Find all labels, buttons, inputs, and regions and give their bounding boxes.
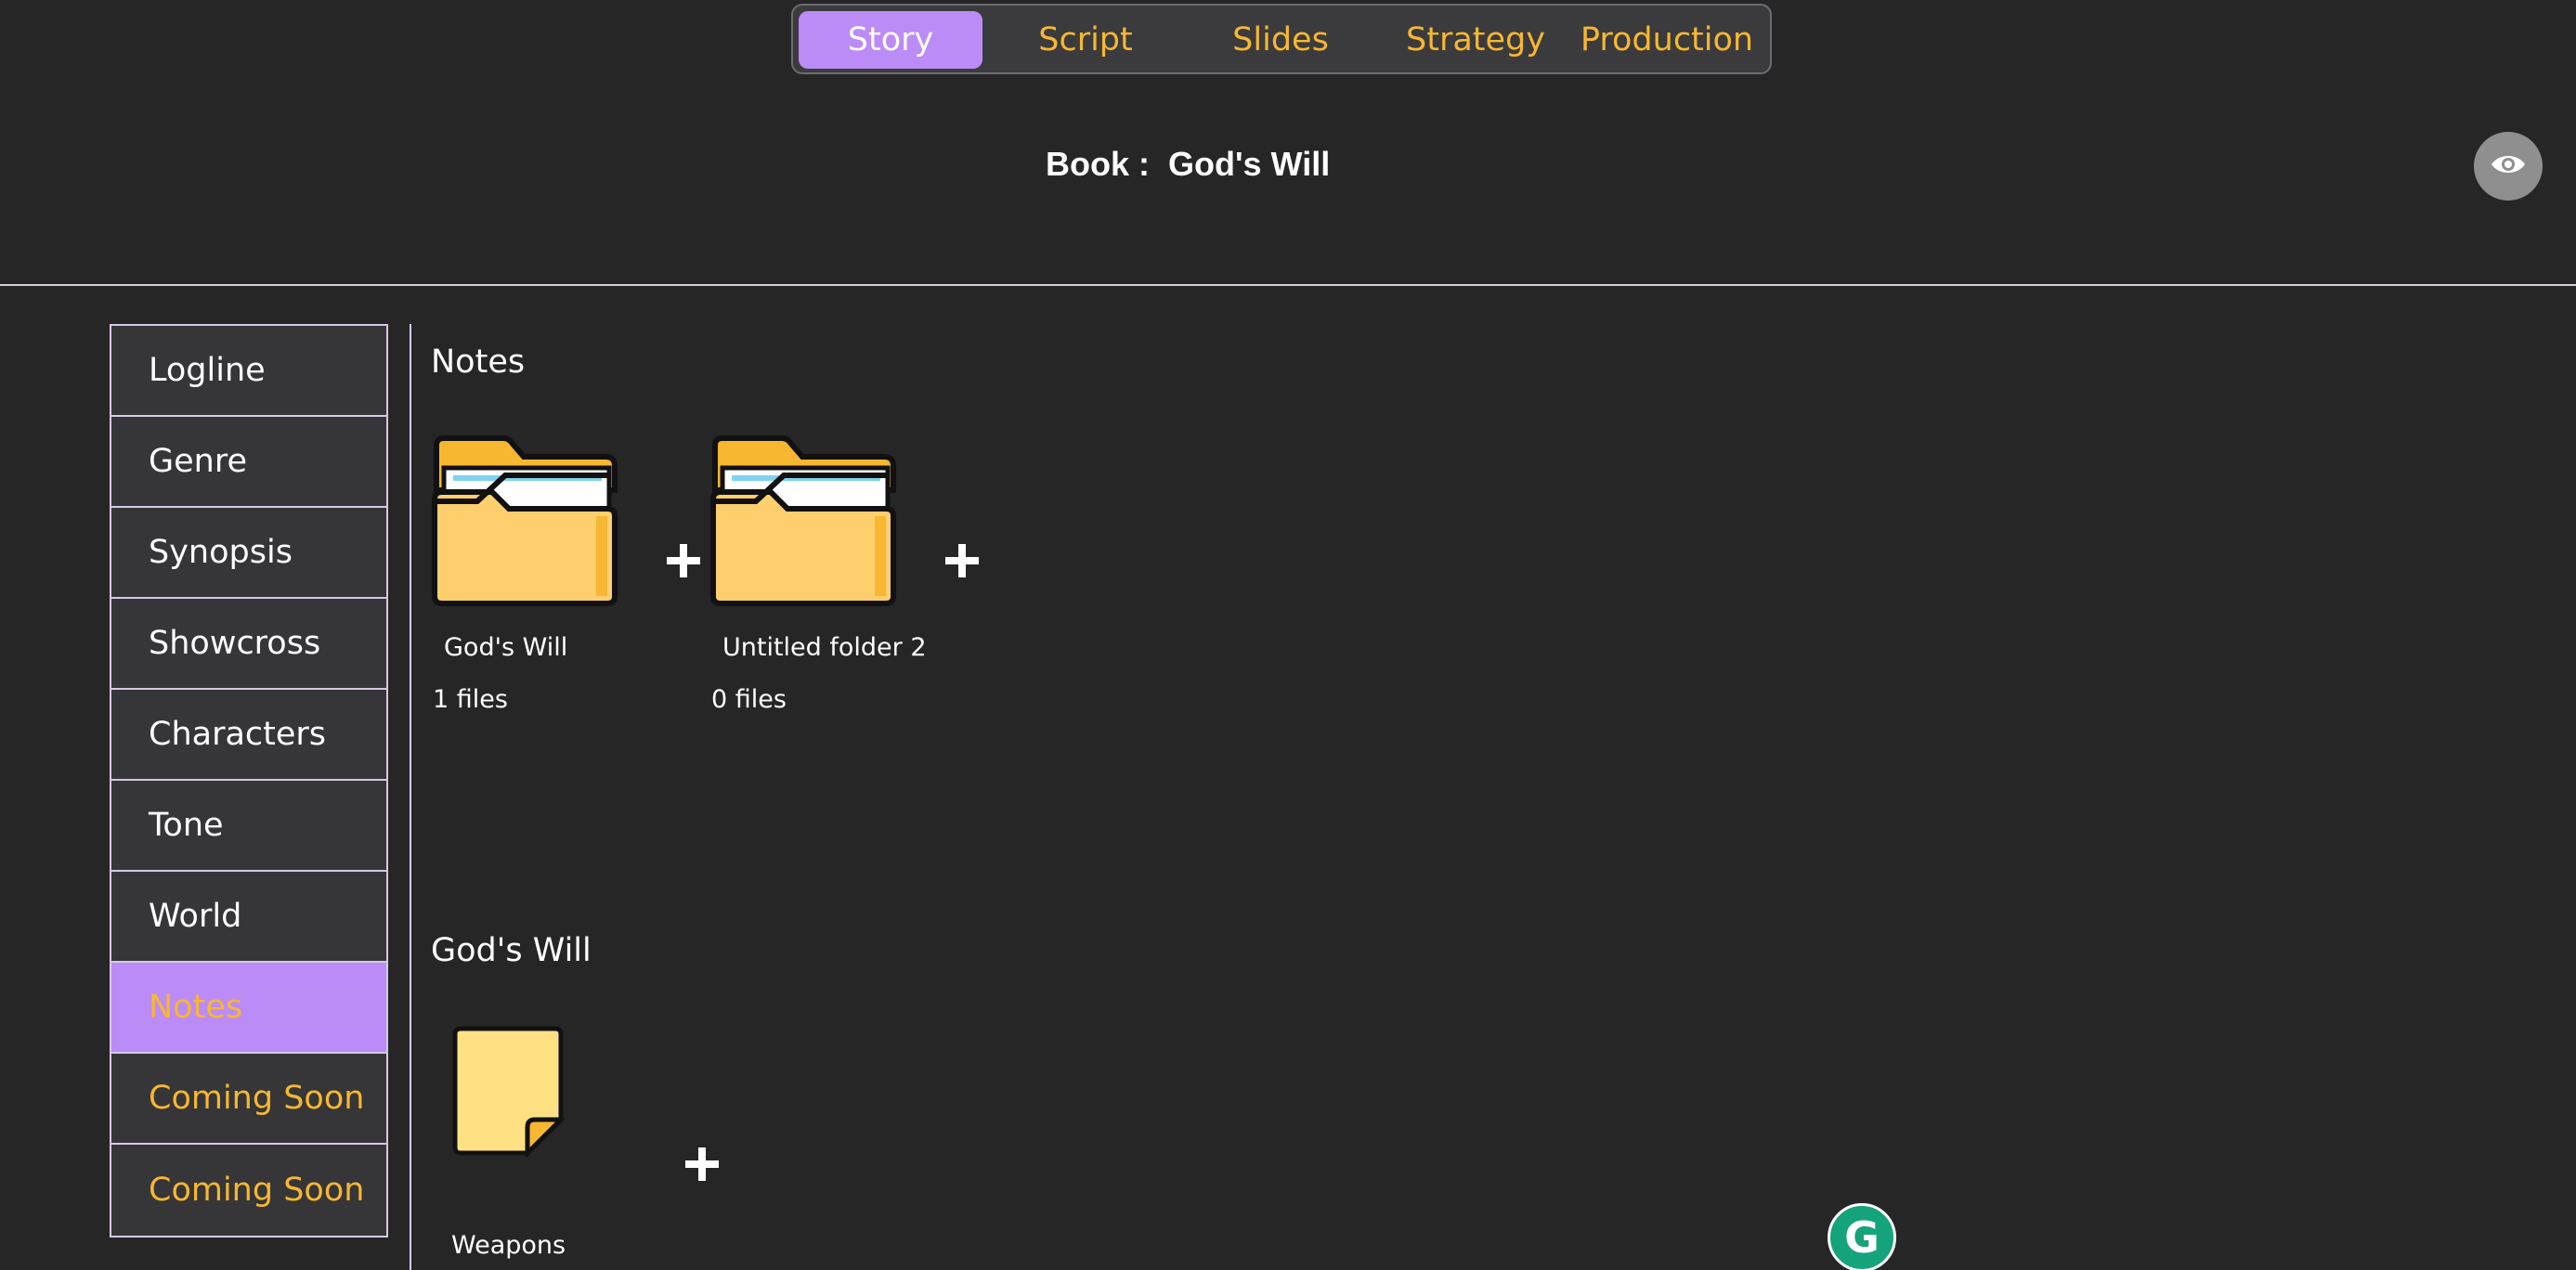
folder-section-title: God's Will (431, 932, 592, 969)
note-weapons[interactable] (449, 1025, 567, 1161)
folder-name: God's Will (444, 633, 568, 662)
page: Story Script Slides Strategy Production … (0, 0, 2576, 1270)
sidebar-item-synopsis[interactable]: Synopsis (111, 508, 386, 599)
tab-production[interactable]: Production (1569, 11, 1764, 69)
add-folder-button[interactable] (943, 542, 981, 579)
add-note-button[interactable] (683, 1146, 721, 1183)
header-divider (0, 284, 2576, 286)
sidebar-item-showcross[interactable]: Showcross (111, 599, 386, 690)
sidebar-item-notes[interactable]: Notes (111, 963, 386, 1054)
sticky-note-icon (449, 1026, 567, 1160)
sidebar-item-coming-soon-1[interactable]: Coming Soon (111, 1054, 386, 1145)
notes-section-title: Notes (431, 343, 526, 381)
sidebar-item-characters[interactable]: Characters (111, 690, 386, 781)
folder-icon (709, 435, 897, 611)
preview-button[interactable] (2474, 132, 2543, 201)
folder-file-count: 1 files (433, 685, 508, 714)
grammarly-g-icon: G (1844, 1212, 1880, 1263)
sidebar-item-genre[interactable]: Genre (111, 417, 386, 508)
folder-name: Untitled folder 2 (722, 633, 927, 662)
folder-untitled-2[interactable] (709, 434, 897, 612)
tab-story[interactable]: Story (799, 11, 982, 69)
tab-slides[interactable]: Slides (1189, 11, 1373, 69)
folder-icon (431, 435, 618, 611)
folder-file-count: 0 files (711, 685, 787, 714)
sidebar-divider (410, 324, 411, 1270)
tab-strategy[interactable]: Strategy (1384, 11, 1568, 69)
add-folder-button[interactable] (665, 542, 702, 579)
sidebar-item-coming-soon-2[interactable]: Coming Soon (111, 1145, 386, 1236)
top-tab-bar: Story Script Slides Strategy Production (791, 4, 1772, 74)
note-name: Weapons (451, 1231, 566, 1260)
eye-icon (2490, 152, 2527, 181)
sidebar-item-world[interactable]: World (111, 872, 386, 963)
grammarly-button[interactable]: G (1828, 1203, 1896, 1270)
tab-script[interactable]: Script (994, 11, 1177, 69)
folder-gods-will[interactable] (431, 434, 618, 612)
sidebar: Logline Genre Synopsis Showcross Charact… (110, 324, 388, 1238)
sidebar-item-logline[interactable]: Logline (111, 326, 386, 417)
sidebar-item-tone[interactable]: Tone (111, 781, 386, 872)
book-title: Book : God's Will (1046, 145, 1331, 183)
